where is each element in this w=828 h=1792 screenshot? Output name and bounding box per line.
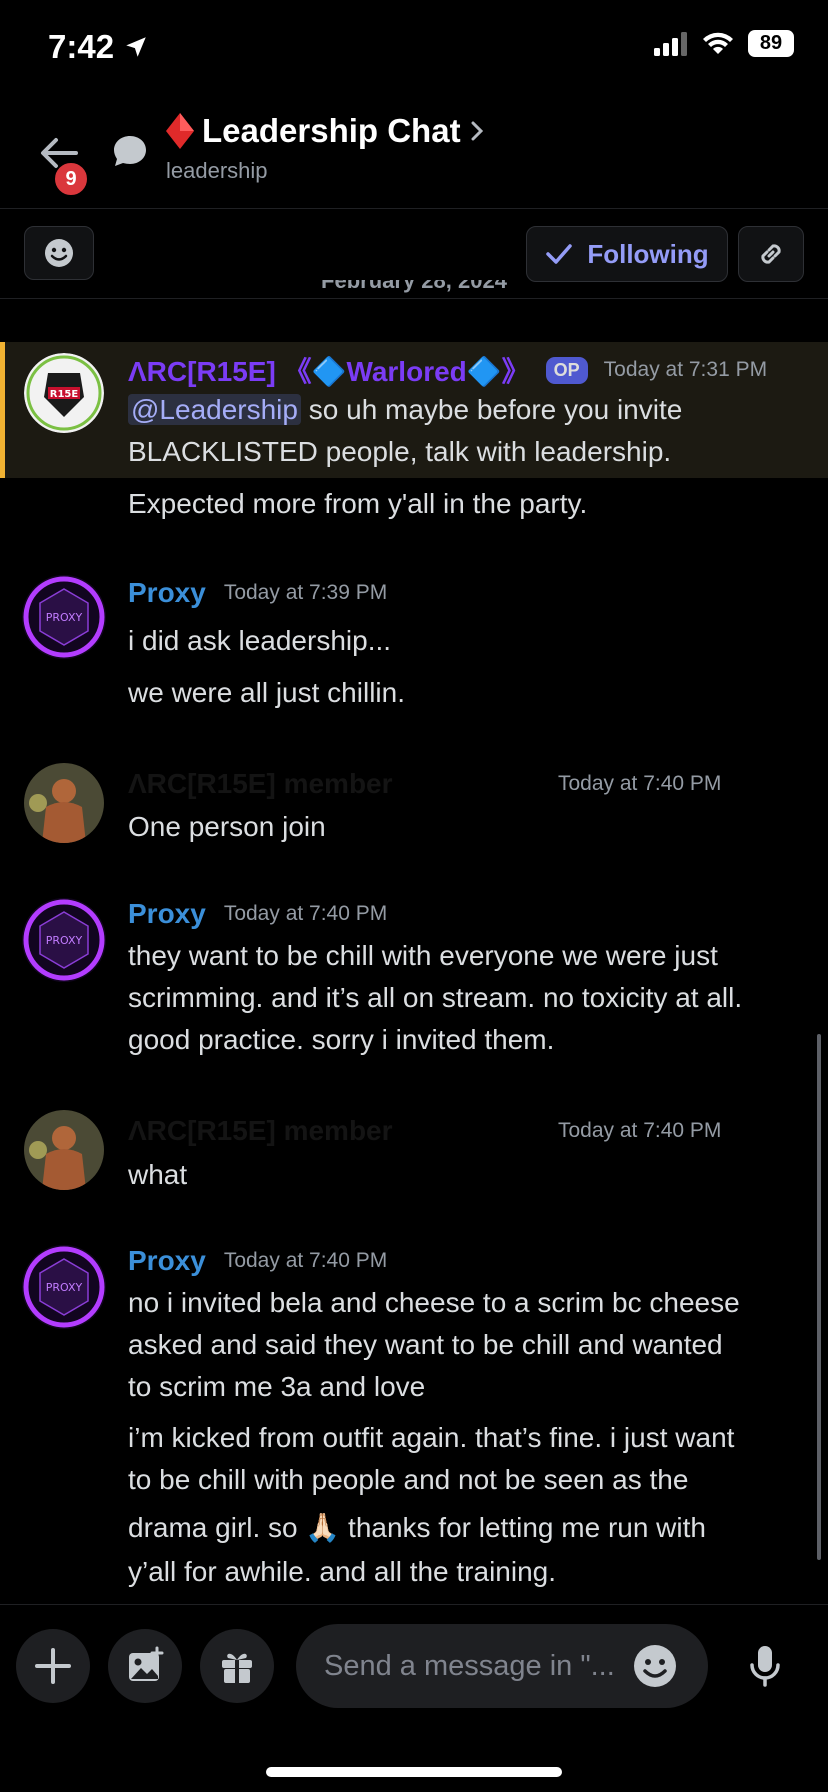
message-line: asked and said they want to be chill and… — [128, 1329, 723, 1360]
voice-message-button[interactable] — [728, 1629, 802, 1703]
message-input-placeholder: Send a message in "... — [324, 1649, 615, 1682]
message-line: to scrim me 3a and love — [128, 1371, 426, 1402]
author-name[interactable]: Proxy — [128, 898, 206, 930]
page-title[interactable]: Leadership Chat — [166, 112, 485, 150]
toolbar-divider — [0, 298, 828, 299]
svg-text:PROXY: PROXY — [46, 611, 83, 624]
page-title-label: Leadership Chat — [202, 112, 461, 149]
message-line: so uh maybe before you invite — [300, 394, 683, 425]
diamond-icon — [166, 113, 194, 149]
status-time: 7:42 — [48, 28, 149, 66]
copy-link-button[interactable] — [738, 226, 804, 282]
battery-indicator: 89 — [748, 30, 794, 57]
message-header: Proxy Today at 7:40 PM — [128, 898, 387, 930]
thread-icon — [112, 134, 148, 173]
timestamp: Today at 7:40 PM — [558, 772, 722, 795]
op-badge: OP — [545, 356, 588, 384]
message-line: good practice. sorry i invited them. — [128, 1024, 555, 1055]
message-header: Proxy Today at 7:40 PM — [128, 1245, 387, 1277]
channel-header[interactable]: Leadership Chat leadership — [166, 112, 485, 184]
avatar[interactable]: PROXY — [20, 573, 108, 661]
role-mention[interactable]: @Leadership — [128, 394, 301, 425]
message-line: Expected more from y'all in the party. — [128, 488, 588, 519]
microphone-icon — [750, 1646, 780, 1687]
avatar[interactable] — [24, 763, 104, 843]
message-line: BLACKLISTED people, talk with leadership… — [128, 436, 672, 467]
attach-button[interactable] — [16, 1629, 90, 1703]
message-line: no i invited bela and cheese to a scrim … — [128, 1287, 740, 1318]
message-line: i’m kicked from outfit again. that’s fin… — [128, 1422, 735, 1453]
timestamp: Today at 7:40 PM — [223, 902, 388, 925]
avatar[interactable]: PROXY — [20, 896, 108, 984]
author-name[interactable]: Proxy — [128, 577, 206, 609]
plus-icon — [35, 1648, 71, 1684]
scrollbar[interactable] — [817, 1034, 821, 1560]
message-line: scrimming. and it’s all on stream. no to… — [128, 982, 743, 1013]
emoji-icon[interactable] — [632, 1643, 678, 1689]
home-indicator[interactable] — [266, 1767, 562, 1777]
message-line: drama girl. so 🙏🏻 thanks for letting me … — [128, 1512, 706, 1543]
avatar[interactable]: R15E — [24, 353, 104, 433]
message-line: what — [128, 1159, 188, 1190]
message-header: ΛRC[R15E] 《🔷Warlored🔷》 OP Today at 7:31 … — [128, 350, 767, 390]
author-name[interactable]: ΛRC[R15E] member — [128, 1115, 540, 1147]
message-text: @Leadership so uh maybe before you invit… — [128, 389, 682, 431]
timestamp: Today at 7:31 PM — [603, 358, 768, 381]
message-header: ΛRC[R15E] member Today at 7:40 PM — [128, 1115, 721, 1147]
date-divider: February 28, 2024 — [0, 280, 828, 298]
gift-icon — [222, 1653, 252, 1683]
chevron-right-icon — [471, 121, 483, 141]
status-time-label: 7:42 — [48, 28, 115, 65]
message-line: i did ask leadership... — [128, 625, 392, 656]
composer-divider — [0, 1604, 828, 1605]
message-line: to be chill with people and not be seen … — [128, 1464, 689, 1495]
signal-icon — [654, 31, 687, 56]
author-name[interactable]: ΛRC[R15E] 《🔷Warlored🔷》 — [128, 350, 530, 390]
gift-button[interactable] — [200, 1629, 274, 1703]
link-icon — [761, 244, 781, 264]
timestamp: Today at 7:40 PM — [558, 1119, 722, 1142]
header-divider — [0, 208, 828, 209]
emoji-icon — [45, 239, 73, 267]
avatar[interactable]: PROXY — [20, 1243, 108, 1331]
unread-badge: 9 — [53, 161, 89, 197]
svg-text:R15E: R15E — [50, 389, 79, 400]
emoji-reaction-button[interactable] — [24, 226, 94, 280]
channel-subtitle: leadership — [166, 158, 268, 183]
message-line: we were all just chillin. — [128, 677, 405, 708]
message-header: Proxy Today at 7:39 PM — [128, 577, 387, 609]
timestamp: Today at 7:40 PM — [223, 1249, 388, 1272]
message-input[interactable]: Send a message in "... — [296, 1624, 708, 1708]
wifi-icon — [703, 32, 733, 54]
message-line: they want to be chill with everyone we w… — [128, 940, 718, 971]
following-button[interactable]: Following — [526, 226, 728, 282]
avatar[interactable] — [24, 1110, 104, 1190]
svg-text:PROXY: PROXY — [46, 934, 83, 947]
date-divider-label: February 28, 2024 — [321, 280, 507, 293]
image-upload-button[interactable] — [108, 1629, 182, 1703]
following-label: Following — [587, 238, 709, 269]
timestamp: Today at 7:39 PM — [223, 581, 388, 604]
message-line: One person join — [128, 811, 326, 842]
check-icon — [546, 244, 573, 264]
svg-text:PROXY: PROXY — [46, 1281, 83, 1294]
message-header: ΛRC[R15E] member Today at 7:40 PM — [128, 768, 721, 800]
location-arrow-icon — [126, 37, 146, 57]
author-name[interactable]: ΛRC[R15E] member — [128, 768, 540, 800]
message-line: y’all for awhile. and all the training. — [128, 1556, 557, 1587]
image-icon — [129, 1646, 164, 1681]
status-indicators: 89 — [654, 30, 794, 57]
mention-highlight-bar — [0, 342, 5, 478]
author-name[interactable]: Proxy — [128, 1245, 206, 1277]
